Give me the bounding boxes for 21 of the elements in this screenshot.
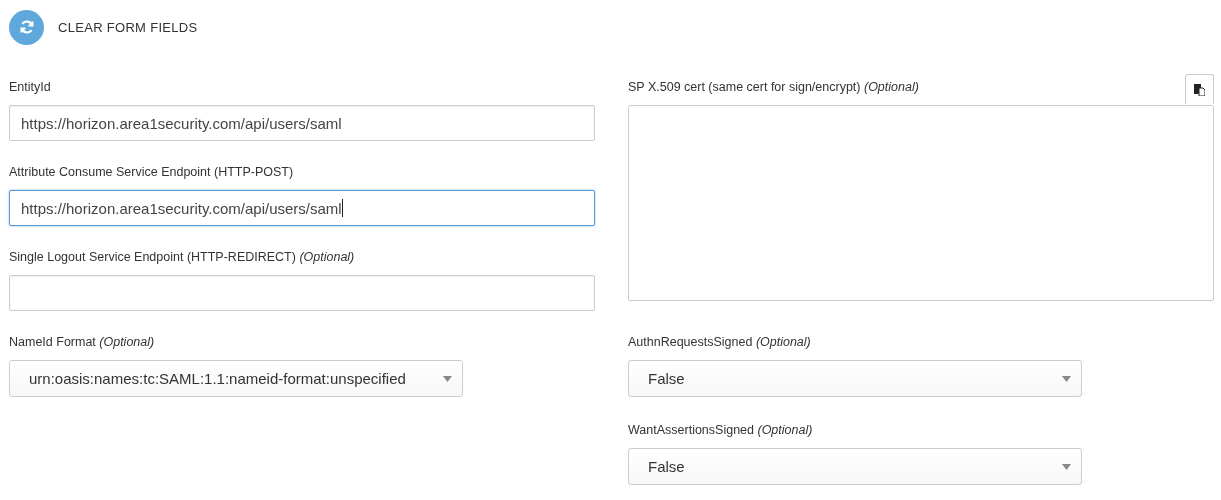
input-field[interactable]: https://horizon.area1security.com/api/users/saml [9,190,595,226]
refresh-icon [18,19,35,35]
input-field[interactable] [9,275,595,311]
field-label: EntityId [9,80,51,95]
field-label: NameId Format (Optional) [9,335,155,350]
select-dropdown[interactable]: False [628,448,1082,485]
clipboard-icon [1194,83,1205,96]
field-label: SP X.509 cert (same cert for sign/encrypt) (Optional) [628,80,919,95]
caret-icon [1062,463,1071,470]
field-label: AuthnRequestsSigned (Optional) [628,335,811,350]
caret-icon [1062,375,1071,382]
input-field[interactable]: https://horizon.area1security.com/api/users/saml [9,105,595,141]
refresh-button[interactable] [9,9,44,45]
select-dropdown[interactable]: urn:oasis:names:tc:SAML:1.1:nameid-format:unspecified [9,360,463,397]
field-label: Attribute Consume Service Endpoint (HTTP-POST) [9,165,294,180]
select-dropdown[interactable]: False [628,360,1082,397]
copy-button[interactable] [1185,74,1214,104]
field-label: Single Logout Service Endpoint (HTTP-REDIRECT) (Optional) [9,250,355,265]
clear-form-label[interactable]: CLEAR FORM FIELDS [58,19,198,35]
field-label: WantAssertionsSigned (Optional) [628,423,813,438]
caret-icon [443,375,452,382]
